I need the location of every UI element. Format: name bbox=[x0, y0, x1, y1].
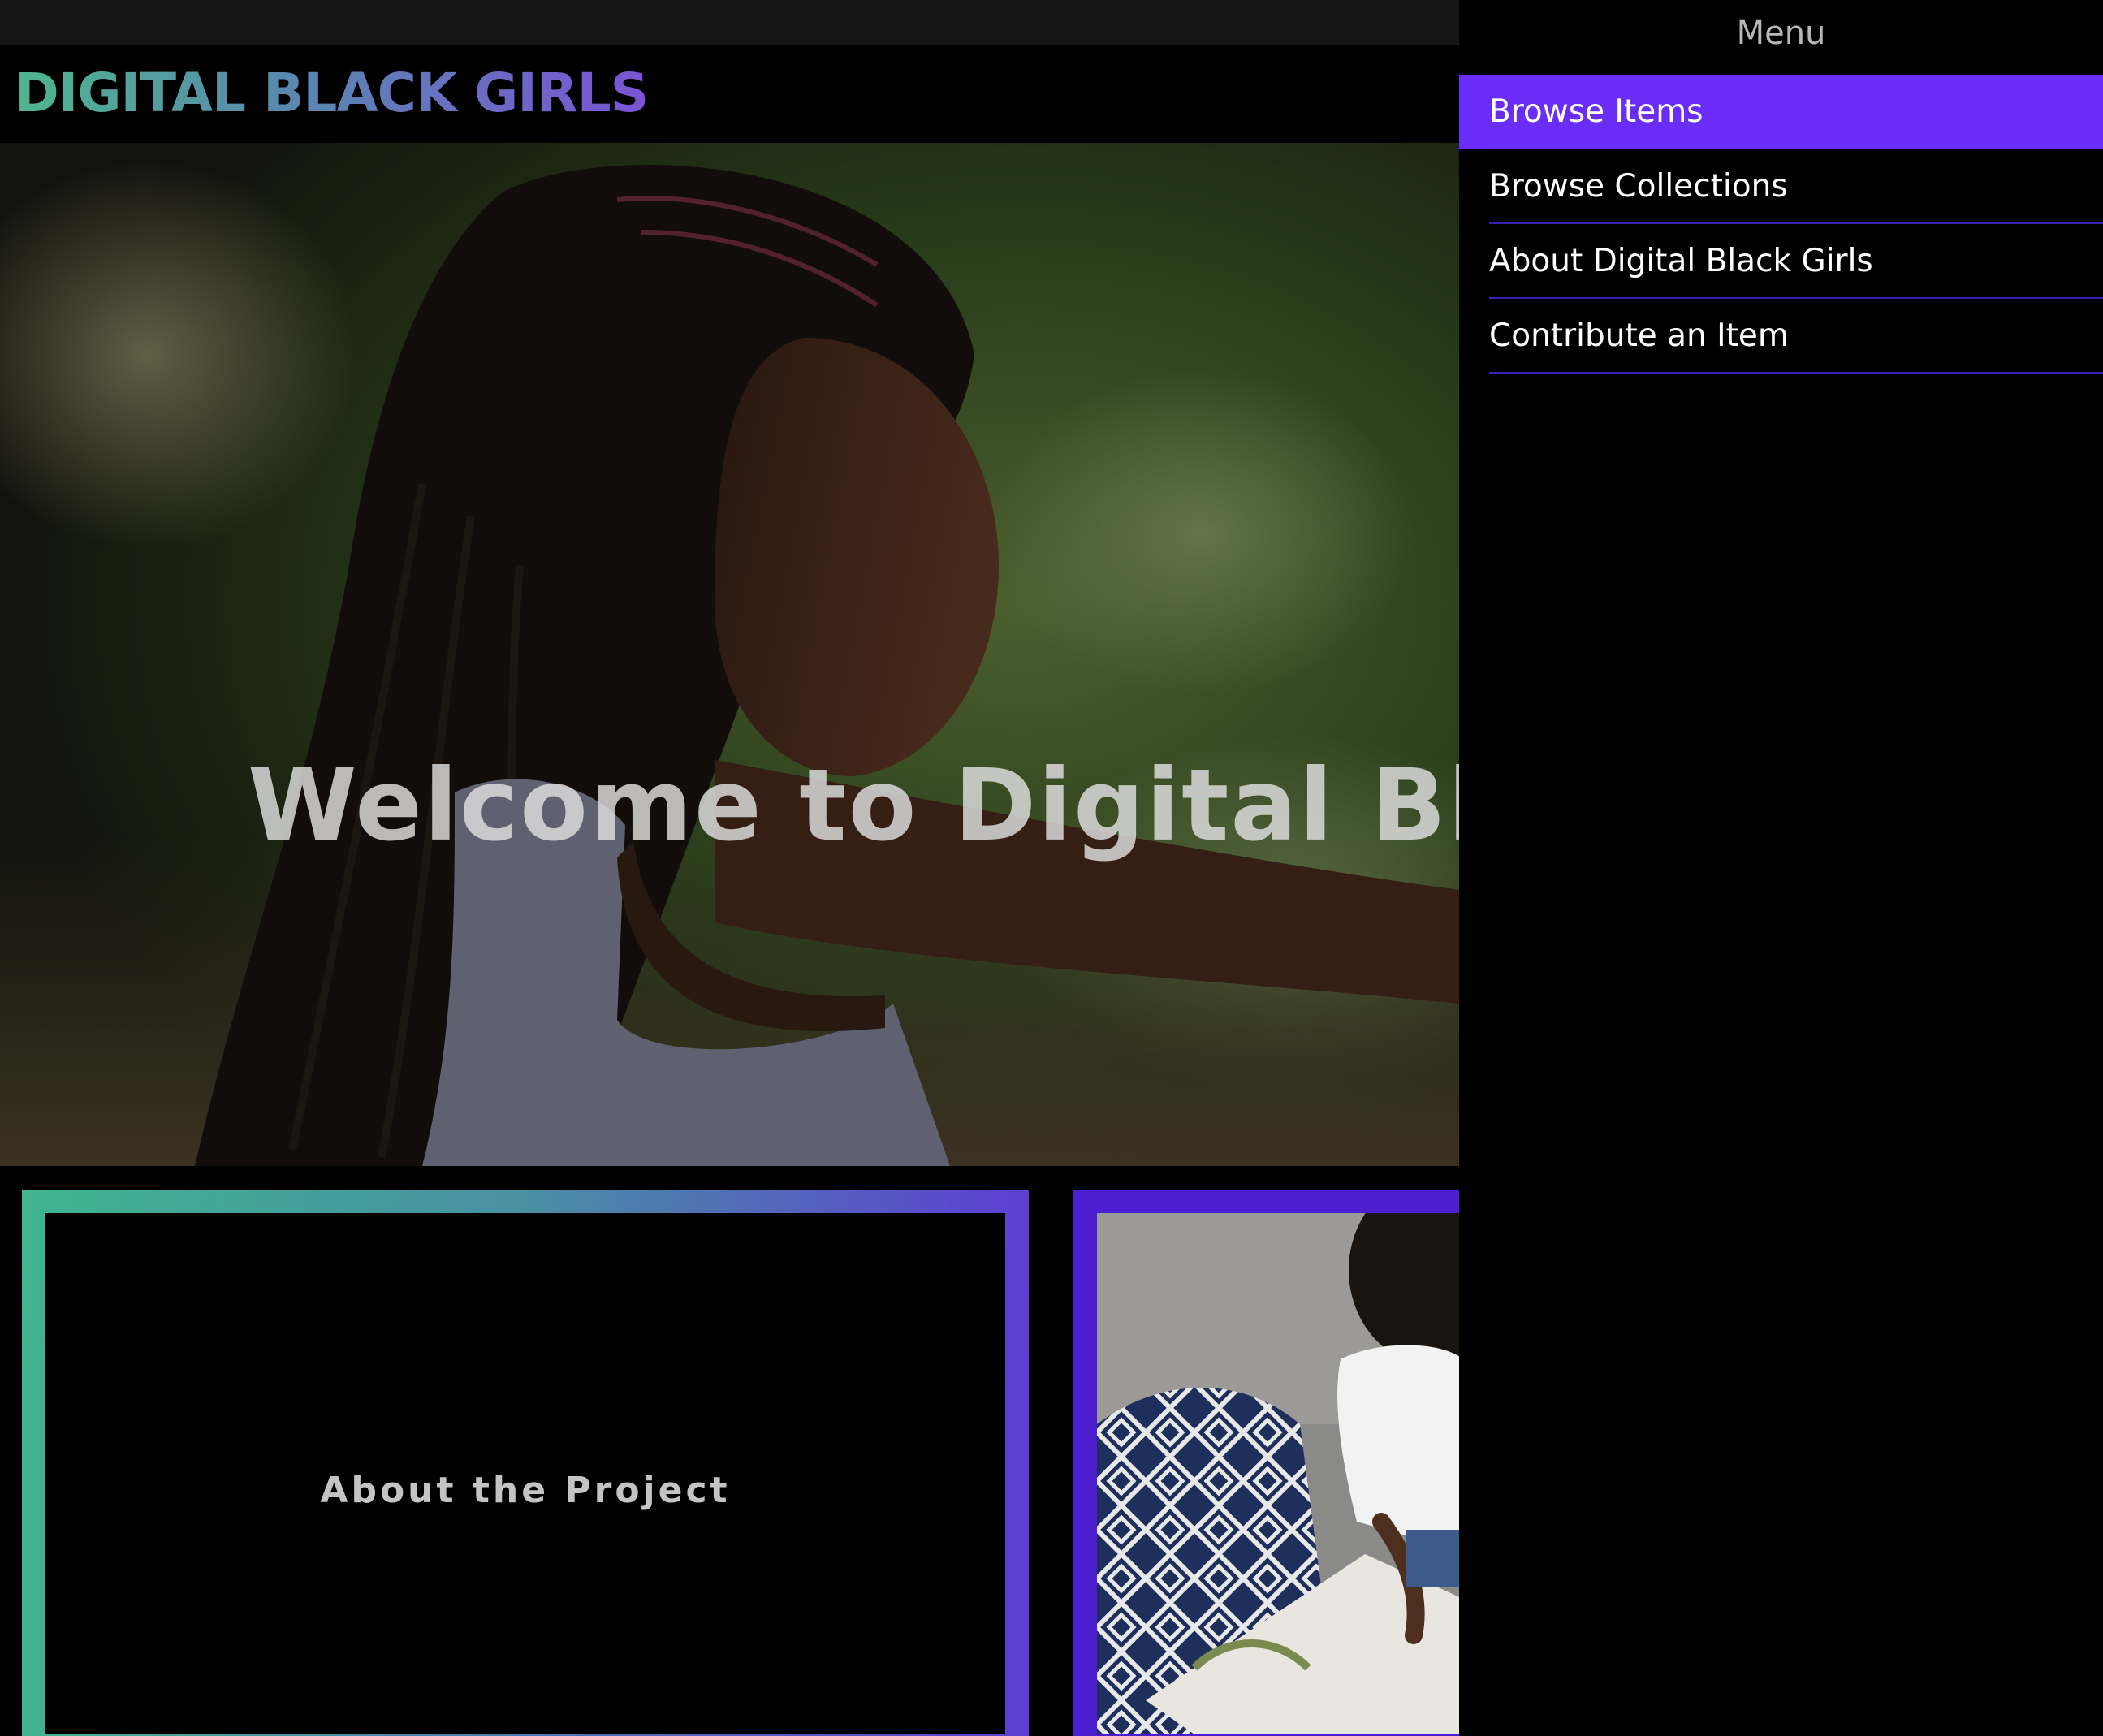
site-logo[interactable]: DIGITAL BLACK GIRLS bbox=[15, 67, 649, 120]
about-project-card[interactable]: About the Project bbox=[22, 1190, 1029, 1736]
menu-item-browse-collections[interactable]: Browse Collections bbox=[1459, 149, 2103, 224]
top-strip bbox=[0, 0, 1459, 45]
menu-title: Menu bbox=[1736, 15, 1826, 52]
site-header: DIGITAL BLACK GIRLS bbox=[0, 45, 1459, 143]
reading-photo-image bbox=[1097, 1213, 1459, 1734]
menu-item-about-digital-black-girls[interactable]: About Digital Black Girls bbox=[1459, 224, 2103, 299]
reading-photo bbox=[1097, 1213, 1459, 1734]
menu-item-browse-items[interactable]: Browse Items bbox=[1459, 75, 2103, 149]
hero-banner: Welcome to Digital Black Girls bbox=[0, 143, 1459, 1166]
about-project-card-inner: About the Project bbox=[45, 1213, 1005, 1734]
reading-photo-card[interactable] bbox=[1073, 1190, 1459, 1736]
hero-photo bbox=[0, 143, 1459, 1166]
side-menu: Menu Browse Items Browse Collections Abo… bbox=[1459, 0, 2103, 1736]
hero-title: Welcome to Digital Black Girls bbox=[248, 748, 1459, 863]
about-project-label: About the Project bbox=[320, 1469, 731, 1511]
menu-item-contribute-an-item[interactable]: Contribute an Item bbox=[1459, 299, 2103, 374]
menu-list: Browse Items Browse Collections About Di… bbox=[1459, 75, 2103, 374]
main-page: DIGITAL BLACK GIRLS Welcome to Digital B… bbox=[0, 0, 1459, 1736]
